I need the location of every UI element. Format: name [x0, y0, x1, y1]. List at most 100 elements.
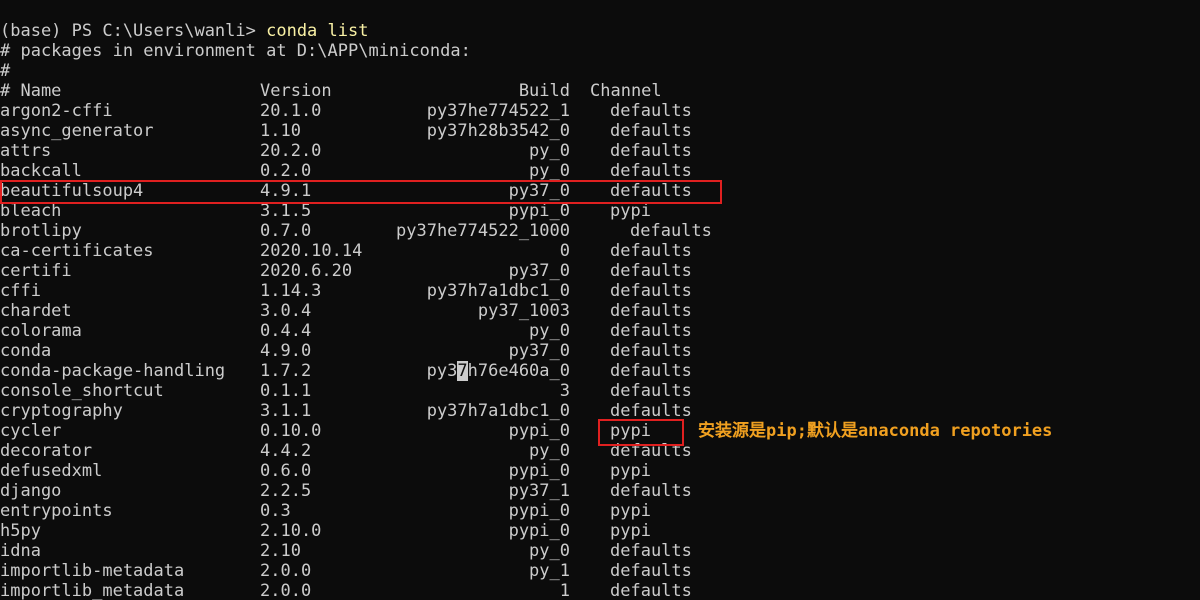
package-name: async_generator — [0, 121, 154, 141]
package-version: 2.0.0 — [260, 581, 312, 600]
table-row: importlib-metadata 2.0.0 py_1 defaults — [0, 561, 1200, 581]
package-build: pypi_0 — [508, 421, 570, 441]
package-version: 2.10 — [260, 541, 301, 561]
package-channel: defaults — [610, 141, 692, 161]
package-channel: pypi — [610, 521, 651, 541]
package-version: 0.6.0 — [260, 461, 312, 481]
package-channel: defaults — [610, 301, 692, 321]
package-channel: pypi — [610, 501, 651, 521]
table-row: conda 4.9.0 py37_0 defaults — [0, 341, 1200, 361]
package-channel: defaults — [610, 101, 692, 121]
package-build: py_0 — [529, 321, 570, 341]
table-row: attrs 20.2.0 py_0 defaults — [0, 141, 1200, 161]
package-name: h5py — [0, 521, 41, 541]
package-name: attrs — [0, 141, 52, 161]
package-version: 20.2.0 — [260, 141, 322, 161]
package-version: 4.9.0 — [260, 341, 312, 361]
package-build: py37h7a1dbc1_0 — [426, 401, 570, 421]
package-name: conda-package-handling — [0, 361, 226, 381]
package-version: 0.2.0 — [260, 161, 312, 181]
package-build: pypi_0 — [508, 501, 570, 521]
package-name: colorama — [0, 321, 82, 341]
package-name: cryptography — [0, 401, 123, 421]
package-build: py_1 — [529, 561, 570, 581]
package-version: 0.1.1 — [260, 381, 312, 401]
package-channel: defaults — [610, 121, 692, 141]
package-channel: defaults — [630, 221, 712, 241]
package-name: bleach — [0, 201, 62, 221]
package-channel: defaults — [610, 541, 692, 561]
table-row: cryptography 3.1.1 py37h7a1dbc1_0 defaults — [0, 401, 1200, 421]
package-name: argon2-cffi — [0, 101, 113, 121]
table-row: brotlipy 0.7.0 py37he774522_1000 defaults — [0, 221, 1200, 241]
package-build: pypi_0 — [508, 461, 570, 481]
package-channel: defaults — [610, 241, 692, 261]
package-build: 3 — [559, 381, 570, 401]
table-row: colorama 0.4.4 py_0 defaults — [0, 321, 1200, 341]
hash-line: # — [0, 61, 11, 81]
table-row: h5py 2.10.0 pypi_0 pypi — [0, 521, 1200, 541]
column-header-name: # Name — [0, 81, 62, 101]
package-name: cycler — [0, 421, 62, 441]
package-version: 2020.6.20 — [260, 261, 353, 281]
column-header-channel: Channel — [590, 81, 662, 101]
package-build: py_0 — [529, 441, 570, 461]
package-version: 0.7.0 — [260, 221, 312, 241]
table-row: bleach 3.1.5 pypi_0 pypi — [0, 201, 1200, 221]
column-header-row: # Name Version Build Channel — [0, 81, 1200, 101]
package-version: 0.10.0 — [260, 421, 322, 441]
package-build: 1 — [559, 581, 570, 600]
package-version: 0.3 — [260, 501, 291, 521]
package-build: py37h76e460a_0 — [427, 361, 570, 381]
package-name: backcall — [0, 161, 82, 181]
package-build-part: py3 — [426, 361, 458, 381]
table-row: idna 2.10 py_0 defaults — [0, 541, 1200, 561]
package-version: 20.1.0 — [260, 101, 322, 121]
package-name: console_shortcut — [0, 381, 164, 401]
table-row: backcall 0.2.0 py_0 defaults — [0, 161, 1200, 181]
package-version: 1.14.3 — [260, 281, 322, 301]
package-channel: defaults — [610, 161, 692, 181]
table-row: chardet 3.0.4 py37_1003 defaults — [0, 301, 1200, 321]
package-build: py_0 — [529, 141, 570, 161]
env-header-line: # packages in environment at D:\APP\mini… — [0, 41, 471, 61]
package-name: idna — [0, 541, 41, 561]
column-header-build: Build — [518, 81, 570, 101]
command-text: conda list — [266, 21, 369, 41]
package-channel: defaults — [610, 321, 692, 341]
package-build-part: h76e460a_0 — [467, 361, 570, 381]
package-build: py37h7a1dbc1_0 — [426, 281, 570, 301]
annotation-label: 安装源是pip;默认是anaconda repotories — [698, 421, 1053, 441]
package-build: py_0 — [529, 161, 570, 181]
terminal-window[interactable]: (base) PS C:\Users\wanli> conda list # p… — [0, 0, 1200, 600]
package-version: 0.4.4 — [260, 321, 312, 341]
package-name: conda — [0, 341, 52, 361]
package-build: py37_1 — [508, 481, 570, 501]
package-channel: pypi — [610, 461, 651, 481]
package-name: django — [0, 481, 62, 501]
highlight-box-pypi — [598, 419, 684, 446]
table-row: defusedxml 0.6.0 pypi_0 pypi — [0, 461, 1200, 481]
table-row: console_shortcut 0.1.1 3 defaults — [0, 381, 1200, 401]
prompt: (base) PS C:\Users\wanli> — [0, 21, 267, 41]
package-name: cffi — [0, 281, 41, 301]
package-version: 2.2.5 — [260, 481, 312, 501]
package-channel: defaults — [610, 561, 692, 581]
package-channel: defaults — [610, 581, 692, 600]
package-build: py37h28b3542_0 — [426, 121, 570, 141]
package-channel: defaults — [610, 401, 692, 421]
package-build: py37he774522_1000 — [396, 221, 570, 241]
package-version: 2.0.0 — [260, 561, 312, 581]
package-channel: defaults — [610, 481, 692, 501]
package-build: py37_1003 — [477, 301, 570, 321]
package-name: entrypoints — [0, 501, 113, 521]
package-build: pypi_0 — [508, 521, 570, 541]
package-version: 4.4.2 — [260, 441, 312, 461]
package-channel: pypi — [610, 201, 651, 221]
package-channel: defaults — [610, 341, 692, 361]
package-build: 0 — [559, 241, 570, 261]
package-build: py37he774522_1 — [426, 101, 570, 121]
package-name: importlib_metadata — [0, 581, 185, 600]
table-row: cffi 1.14.3 py37h7a1dbc1_0 defaults — [0, 281, 1200, 301]
package-channel: defaults — [610, 261, 692, 281]
